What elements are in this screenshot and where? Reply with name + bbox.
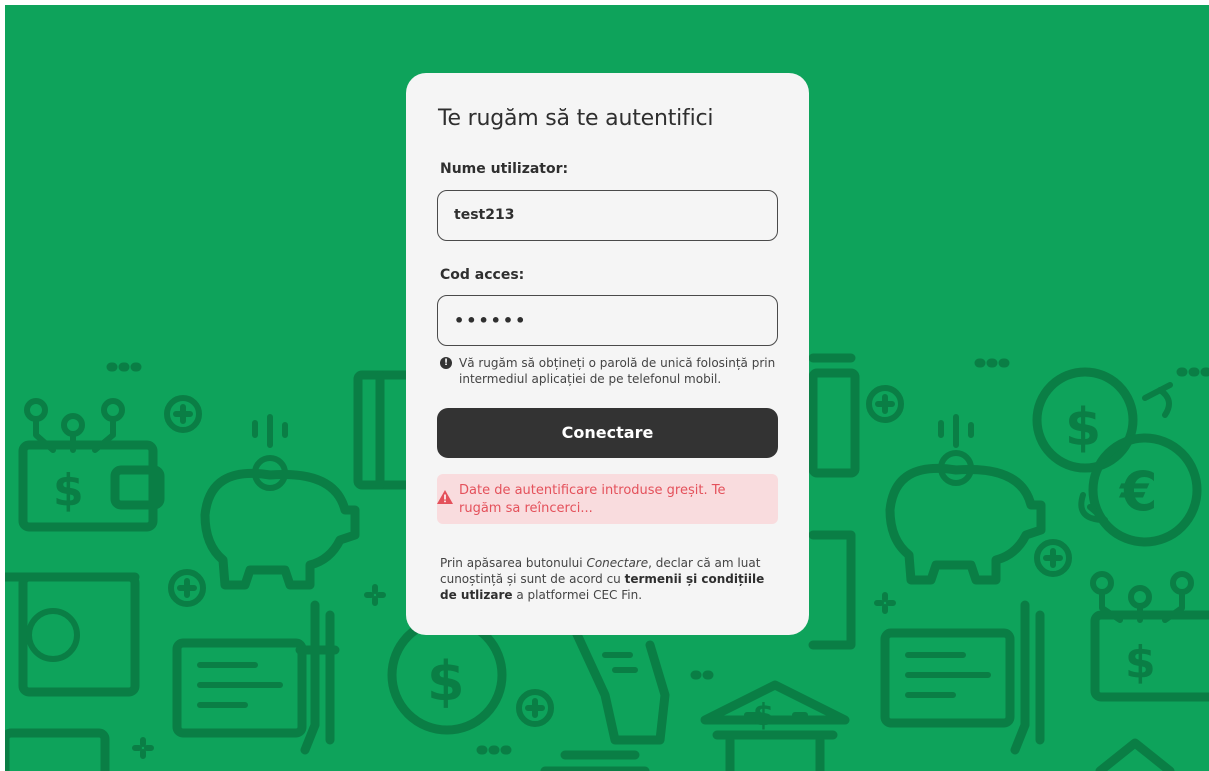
piggy-bank-icon: [885, 414, 1046, 585]
password-field[interactable]: ••••••: [437, 295, 778, 346]
svg-text:$: $: [53, 465, 84, 516]
wallet-icon: $: [1090, 571, 1209, 702]
svg-text:€: €: [1118, 460, 1158, 523]
error-alert: Date de autentificare introduse greșit. …: [437, 474, 778, 524]
warning-icon: [437, 490, 453, 504]
username-field[interactable]: test213: [437, 190, 778, 241]
receipt-icon: [880, 600, 1045, 755]
coin-icon: $: [387, 615, 507, 735]
terms-prefix: Prin apăsarea butonului: [440, 556, 587, 570]
wallet-icon: $: [18, 398, 165, 532]
password-label: Cod acces:: [440, 267, 525, 283]
euro-icon: $ €: [1032, 367, 1202, 547]
error-message: Date de autentificare introduse greșit. …: [459, 483, 726, 516]
hint-text: Vă rugăm să obțineți o parolă de unică f…: [459, 356, 776, 386]
username-label: Nume utilizator:: [440, 161, 569, 177]
connect-button[interactable]: Conectare: [437, 408, 778, 458]
page-title: Te rugăm să te autentifici: [438, 106, 714, 131]
hand-icon: [570, 625, 670, 745]
receipt-icon: [172, 600, 340, 755]
svg-text:$: $: [1065, 398, 1101, 458]
info-icon: !: [440, 357, 452, 369]
login-card: Te rugăm să te autentifici Nume utilizat…: [406, 73, 809, 635]
username-value: test213: [454, 207, 515, 223]
card-icon: [5, 728, 1175, 771]
terms-suffix: a platformei CEC Fin.: [512, 588, 643, 602]
bank-icon: $: [700, 680, 850, 771]
svg-text:$: $: [1125, 637, 1156, 688]
piggy-bank-icon: [200, 414, 360, 590]
svg-text:$: $: [427, 650, 465, 713]
password-hint: ! Vă rugăm să obțineți o parolă de unică…: [440, 355, 780, 387]
terms-button-ref: Conectare: [586, 556, 649, 570]
terms-notice: Prin apăsarea butonului Conectare, decla…: [440, 555, 770, 603]
banknote-icon: [808, 353, 860, 650]
password-value: ••••••: [454, 311, 528, 330]
